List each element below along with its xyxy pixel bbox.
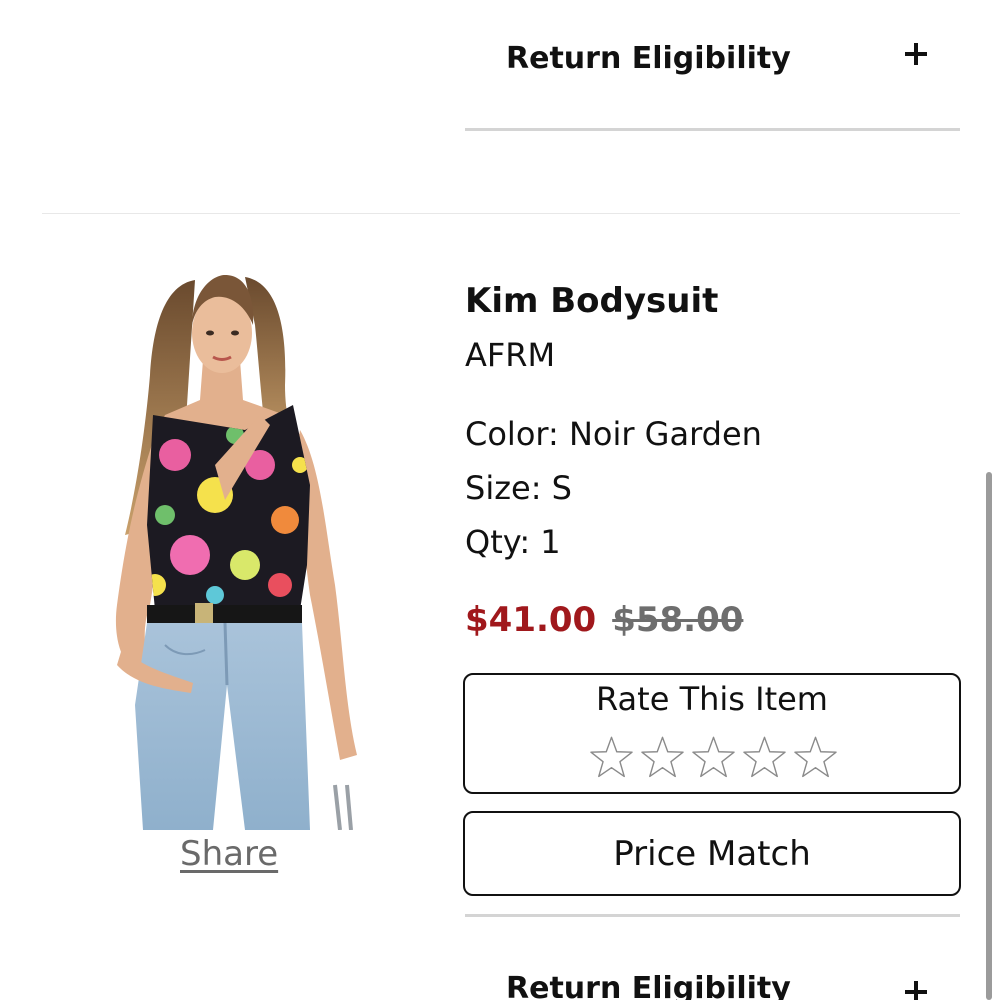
product-name[interactable]: Kim Bodysuit (465, 278, 718, 324)
star-icon-4[interactable] (742, 735, 787, 779)
product-image[interactable] (95, 265, 375, 830)
order-item-page: Return Eligibility Share Kim Bodysuit AF… (0, 0, 1000, 1000)
product-color: Color: Noir Garden (465, 415, 762, 453)
expand-plus-icon[interactable] (905, 43, 927, 65)
section-divider (465, 914, 960, 917)
expand-plus-icon[interactable] (905, 981, 927, 1000)
star-icon-1[interactable] (589, 735, 634, 779)
section-divider (465, 128, 960, 131)
rate-item-title: Rate This Item (596, 680, 828, 718)
product-quantity: Qty: 1 (465, 523, 561, 561)
item-divider (42, 213, 960, 214)
rate-item-box: Rate This Item (463, 673, 961, 794)
star-icon-3[interactable] (691, 735, 736, 779)
return-eligibility-label: Return Eligibility (506, 971, 791, 1000)
star-rating (589, 735, 838, 779)
star-icon-5[interactable] (793, 735, 838, 779)
original-price: $58.00 (612, 600, 744, 640)
product-photo-illustration (115, 275, 357, 830)
product-brand: AFRM (465, 336, 556, 374)
return-eligibility-accordion[interactable]: Return Eligibility (465, 37, 960, 97)
scrollbar[interactable] (986, 472, 992, 1000)
price-match-button[interactable]: Price Match (463, 811, 961, 896)
sale-price: $41.00 (465, 600, 597, 640)
star-icon-2[interactable] (640, 735, 685, 779)
share-link[interactable]: Share (180, 832, 278, 876)
product-size: Size: S (465, 469, 572, 507)
return-eligibility-label: Return Eligibility (506, 41, 791, 76)
return-eligibility-accordion-next[interactable]: Return Eligibility (465, 967, 960, 1000)
price-row: $41.00 $58.00 (465, 597, 743, 643)
